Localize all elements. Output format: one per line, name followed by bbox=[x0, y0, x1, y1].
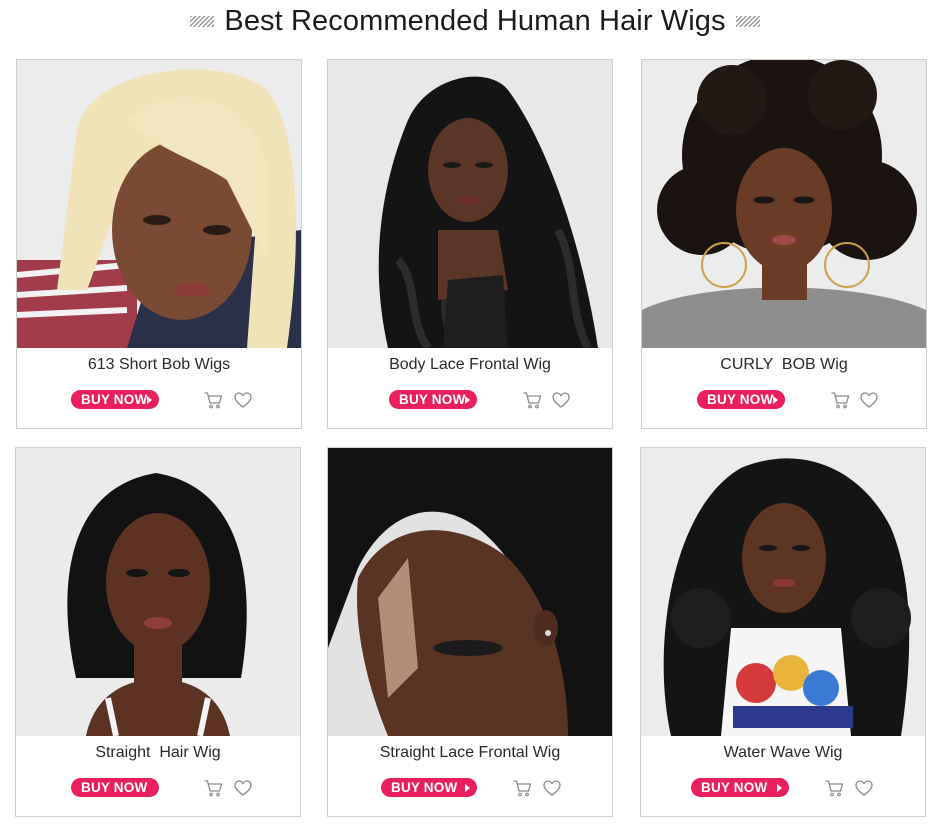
heart-icon[interactable] bbox=[233, 778, 253, 798]
arrow-right-icon bbox=[147, 396, 152, 404]
cart-icon[interactable] bbox=[203, 390, 223, 410]
buy-now-button[interactable]: BUY NOW bbox=[381, 778, 477, 797]
product-name[interactable]: Body Lace Frontal Wig bbox=[328, 356, 612, 374]
buy-now-button[interactable]: BUY NOW bbox=[697, 390, 785, 409]
heart-icon[interactable] bbox=[859, 390, 879, 410]
product-actions: BUY NOW bbox=[642, 390, 926, 414]
decorative-stripes-right bbox=[735, 15, 760, 27]
heart-icon[interactable] bbox=[542, 778, 562, 798]
heart-icon[interactable] bbox=[854, 778, 874, 798]
product-name[interactable]: Straight Lace Frontal Wig bbox=[328, 744, 612, 762]
product-image[interactable] bbox=[641, 448, 925, 736]
product-card[interactable]: Straight Hair Wig BUY NOW bbox=[15, 447, 301, 817]
product-actions: BUY NOW bbox=[328, 390, 612, 414]
product-image[interactable] bbox=[328, 448, 612, 736]
cart-icon[interactable] bbox=[522, 390, 542, 410]
buy-now-label: BUY NOW bbox=[81, 392, 148, 407]
product-card[interactable]: CURLY BOB Wig BUY NOW bbox=[641, 59, 927, 429]
section-title: Best Recommended Human Hair Wigs bbox=[224, 4, 726, 37]
product-actions: BUY NOW bbox=[17, 390, 301, 414]
product-name[interactable]: 613 Short Bob Wigs bbox=[17, 356, 301, 374]
heart-icon[interactable] bbox=[233, 390, 253, 410]
product-card[interactable]: Straight Lace Frontal Wig BUY NOW bbox=[327, 447, 613, 817]
product-actions: BUY NOW bbox=[16, 778, 300, 802]
cart-icon[interactable] bbox=[512, 778, 532, 798]
product-card[interactable]: 613 Short Bob Wigs BUY NOW bbox=[16, 59, 302, 429]
section-header: Best Recommended Human Hair Wigs bbox=[0, 0, 950, 42]
cart-icon[interactable] bbox=[830, 390, 850, 410]
product-image[interactable] bbox=[328, 60, 612, 348]
buy-now-label: BUY NOW bbox=[81, 780, 148, 795]
cart-icon[interactable] bbox=[203, 778, 223, 798]
product-image[interactable] bbox=[16, 448, 300, 736]
arrow-right-icon bbox=[777, 784, 782, 792]
product-name[interactable]: Straight Hair Wig bbox=[16, 744, 300, 762]
product-card[interactable]: Water Wave Wig BUY NOW bbox=[640, 447, 926, 817]
product-card[interactable]: Body Lace Frontal Wig BUY NOW bbox=[327, 59, 613, 429]
buy-now-label: BUY NOW bbox=[701, 780, 768, 795]
decorative-stripes-left bbox=[190, 15, 215, 27]
heart-icon[interactable] bbox=[551, 390, 571, 410]
product-name[interactable]: CURLY BOB Wig bbox=[642, 356, 926, 374]
arrow-right-icon bbox=[465, 396, 470, 404]
product-actions: BUY NOW bbox=[641, 778, 925, 802]
arrow-right-icon bbox=[465, 784, 470, 792]
buy-now-button[interactable]: BUY NOW bbox=[71, 390, 159, 409]
arrow-right-icon bbox=[773, 396, 778, 404]
buy-now-label: BUY NOW bbox=[707, 392, 774, 407]
buy-now-label: BUY NOW bbox=[399, 392, 466, 407]
product-name[interactable]: Water Wave Wig bbox=[641, 744, 925, 762]
buy-now-button[interactable]: BUY NOW bbox=[71, 778, 159, 797]
cart-icon[interactable] bbox=[824, 778, 844, 798]
product-image[interactable] bbox=[642, 60, 926, 348]
buy-now-label: BUY NOW bbox=[391, 780, 458, 795]
product-actions: BUY NOW bbox=[328, 778, 612, 802]
product-image[interactable] bbox=[17, 60, 301, 348]
buy-now-button[interactable]: BUY NOW bbox=[389, 390, 477, 409]
buy-now-button[interactable]: BUY NOW bbox=[691, 778, 789, 797]
